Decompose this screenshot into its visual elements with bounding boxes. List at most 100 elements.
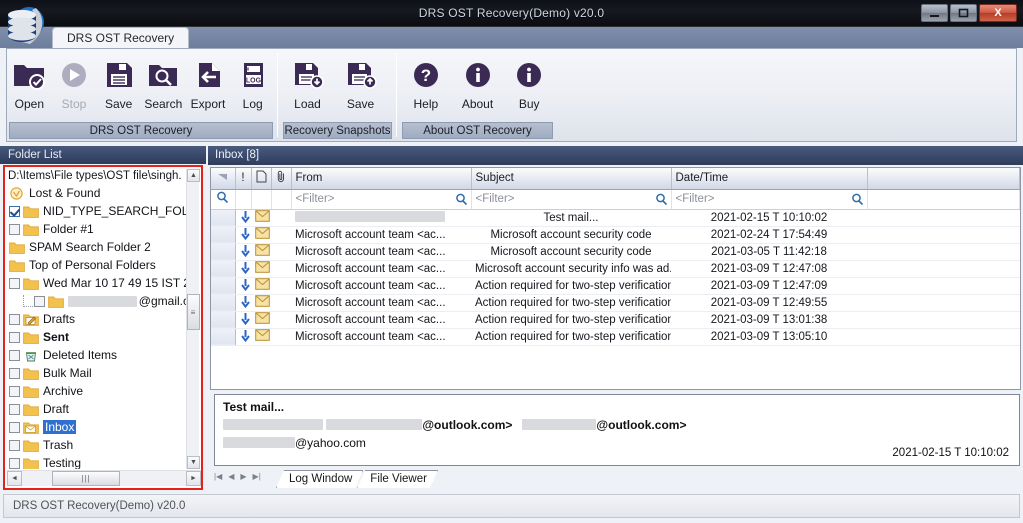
row-selector-cell[interactable] [211,243,236,261]
folder-checkbox[interactable] [9,313,20,325]
filter-datetime-search-icon[interactable] [851,193,864,209]
filter-cell-document[interactable] [251,189,272,210]
filter-from-search-icon[interactable] [455,193,468,209]
row-selector-cell[interactable] [211,328,236,346]
nav-next-icon[interactable]: ▶ [240,472,246,481]
col-header-priority[interactable]: ! [235,168,252,190]
folder-tree-item-lost-found[interactable]: Lost & Found [7,184,189,202]
folder-checkbox[interactable] [9,205,20,217]
save-button[interactable]: Save [96,54,141,111]
filter-cell-from[interactable]: <Filter> [291,189,472,210]
scroll-down-arrow[interactable]: ▼ [187,456,200,469]
load-snapshot-button[interactable]: Load [281,54,334,111]
folder-tree-item-sent[interactable]: Sent [7,328,189,346]
row-selector-cell[interactable] [211,226,236,244]
folder-search-icon [146,56,180,94]
col-header-attachment[interactable] [271,168,292,190]
mail-from-cell: Microsoft account team <ac... [291,243,471,261]
folder-tree-item-wed-mar-10-17-49-15-ist-20[interactable]: Wed Mar 10 17 49 15 IST 20. [7,274,189,292]
col-header-blank[interactable] [867,168,1020,190]
mail-row[interactable]: Microsoft account team <ac... Action requ… [211,311,1020,329]
folder-tree-hscrollbar[interactable]: ◄ ||| ► [7,470,201,486]
folder-tree-item-testing[interactable]: Testing [7,454,189,469]
folder-checkbox[interactable] [9,331,20,343]
col-header-subject[interactable]: Subject [471,168,672,190]
nav-prev-icon[interactable]: ◀ [228,472,234,481]
folder-checkbox[interactable] [34,295,46,307]
filter-cell-priority[interactable] [235,189,252,210]
mail-row[interactable]: Microsoft account team <ac... Microsoft a… [211,226,1020,244]
window-controls: X [921,4,1017,23]
row-selector-cell[interactable] [211,260,236,278]
folder-checkbox[interactable] [9,277,20,289]
folder-tree-item-top-of-personal-folders[interactable]: Top of Personal Folders [7,256,189,274]
mail-row[interactable]: Test mail... 2021-02-15 T 10:10:02 [211,209,1020,227]
priority-arrow-icon [235,226,251,244]
row-selector-cell[interactable] [211,311,236,329]
folder-tree-item-draft[interactable]: Draft [7,400,189,418]
row-selector-cell[interactable] [211,277,236,295]
filter-cell-attachment[interactable] [271,189,292,210]
folder-tree-vscrollbar[interactable]: ▲ ≡ ▼ [186,169,200,469]
save-snapshot-button[interactable]: Save [334,54,387,111]
tree-connector [23,295,34,307]
minimize-button[interactable] [921,4,948,22]
tab-log-window[interactable]: Log Window [276,470,363,488]
log-button[interactable]: LOG Log [230,54,275,111]
folder-tree-item-archive[interactable]: Archive [7,382,189,400]
buy-button[interactable]: Buy [503,54,555,111]
folder-tree-item-nid-type-search-foldei[interactable]: NID_TYPE_SEARCH_FOLDEI [7,202,189,220]
row-selector-cell[interactable] [211,294,236,312]
mail-row[interactable]: Microsoft account team <ac... Microsoft a… [211,260,1020,278]
folder-tree-item-bulk-mail[interactable]: Bulk Mail [7,364,189,382]
folder-checkbox[interactable] [9,439,20,451]
folder-tree-item-folder-1[interactable]: Folder #1 [7,220,189,238]
stop-button[interactable]: Stop [52,54,97,111]
folder-tree-item-inbox[interactable]: Inbox [7,418,189,436]
col-header-from[interactable]: From [291,168,472,190]
folder-tree-item-drafts[interactable]: Drafts [7,310,189,328]
filter-subject-search-icon[interactable] [655,193,668,209]
folder-checkbox[interactable] [9,385,20,397]
mail-row[interactable]: Microsoft account team <ac... Action requ… [211,277,1020,295]
col-header-indicator[interactable] [211,168,236,190]
folder-checkbox[interactable] [9,421,20,433]
open-button[interactable]: Open [7,54,52,111]
folder-checkbox[interactable] [9,457,20,469]
mail-row[interactable]: Microsoft account team <ac... Action requ… [211,294,1020,312]
search-button[interactable]: Search [141,54,186,111]
row-selector-cell[interactable] [211,209,236,227]
mail-row[interactable]: Microsoft account team <ac... Microsoft a… [211,243,1020,261]
filter-cell-datetime[interactable]: <Filter> [671,189,868,210]
folder-tree[interactable]: D:\Items\File types\OST file\singh. Lost… [7,169,189,469]
folder-tree-item-trash[interactable]: Trash [7,436,189,454]
tab-drs-ost-recovery[interactable]: DRS OST Recovery [52,27,190,48]
vscroll-thumb[interactable]: ≡ [187,294,200,330]
nav-first-icon[interactable]: |◀ [214,472,222,481]
scroll-up-arrow[interactable]: ▲ [187,169,200,182]
hscroll-thumb[interactable]: ||| [52,471,120,486]
scroll-right-arrow[interactable]: ► [186,471,201,486]
tab-file-viewer[interactable]: File Viewer [357,470,438,488]
filter-cell-subject[interactable]: <Filter> [471,189,672,210]
scroll-left-arrow[interactable]: ◄ [7,471,22,486]
folder-tree-item-spam-search-folder-2[interactable]: SPAM Search Folder 2 [7,238,189,256]
mail-row[interactable]: Microsoft account team <ac... Action requ… [211,328,1020,346]
maximize-button[interactable] [950,4,977,22]
about-button[interactable]: About [452,54,504,111]
col-header-datetime[interactable]: Date/Time [671,168,868,190]
col-header-document[interactable] [251,168,272,190]
export-button[interactable]: Export [186,54,231,111]
filter-toggle-cell[interactable] [211,189,236,210]
folder-checkbox[interactable] [9,349,20,361]
folder-checkbox[interactable] [9,403,20,415]
folder-checkbox[interactable] [9,367,20,379]
folder-tree-item-gmail-c[interactable]: @gmail.c [7,292,189,310]
nav-last-icon[interactable]: ▶| [253,472,261,481]
mail-subject-cell: Action required for two-step verificatio… [471,294,671,312]
help-button[interactable]: ? Help [400,54,452,111]
folder-tree-item-deleted-items[interactable]: Deleted Items [7,346,189,364]
folder-checkbox[interactable] [9,223,20,235]
drafts-icon [23,313,39,326]
close-button[interactable]: X [979,4,1017,22]
